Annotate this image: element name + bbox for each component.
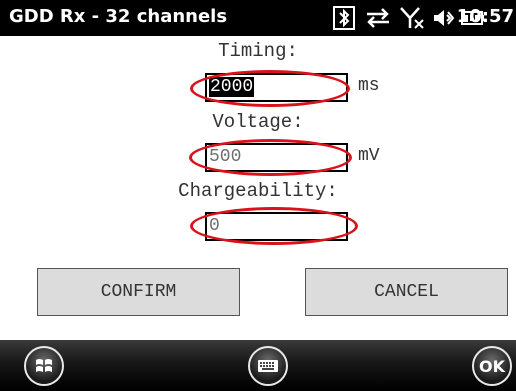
app-title: GDD Rx - 32 channels xyxy=(9,6,228,27)
volume-icon[interactable] xyxy=(430,0,458,36)
voltage-value: 500 xyxy=(209,147,242,167)
timing-label: Timing: xyxy=(218,40,298,62)
sync-icon[interactable] xyxy=(362,0,394,36)
clock[interactable]: 10:57 xyxy=(457,6,514,27)
voltage-unit: mV xyxy=(358,146,380,166)
no-signal-icon[interactable] xyxy=(397,0,427,36)
timing-value: 2000 xyxy=(209,77,255,97)
windows-start-icon[interactable] xyxy=(24,346,64,386)
keyboard-icon[interactable] xyxy=(248,346,288,386)
cancel-button[interactable]: CANCEL xyxy=(305,268,508,316)
bottom-bar: OK xyxy=(0,340,516,391)
chargeability-label: Chargeability: xyxy=(178,180,338,202)
ok-button[interactable]: OK xyxy=(472,346,512,386)
timing-field[interactable]: 2000 xyxy=(205,73,348,102)
voltage-field[interactable]: 500 xyxy=(205,143,348,172)
voltage-label: Voltage: xyxy=(212,111,304,133)
title-bar: GDD Rx - 32 channels 10:57 xyxy=(0,0,516,36)
confirm-button[interactable]: CONFIRM xyxy=(37,268,240,316)
bluetooth-icon[interactable] xyxy=(330,0,358,36)
ok-label: OK xyxy=(479,356,505,376)
chargeability-field[interactable]: 0 xyxy=(205,212,348,241)
chargeability-value: 0 xyxy=(209,216,220,236)
timing-unit: ms xyxy=(358,76,380,96)
